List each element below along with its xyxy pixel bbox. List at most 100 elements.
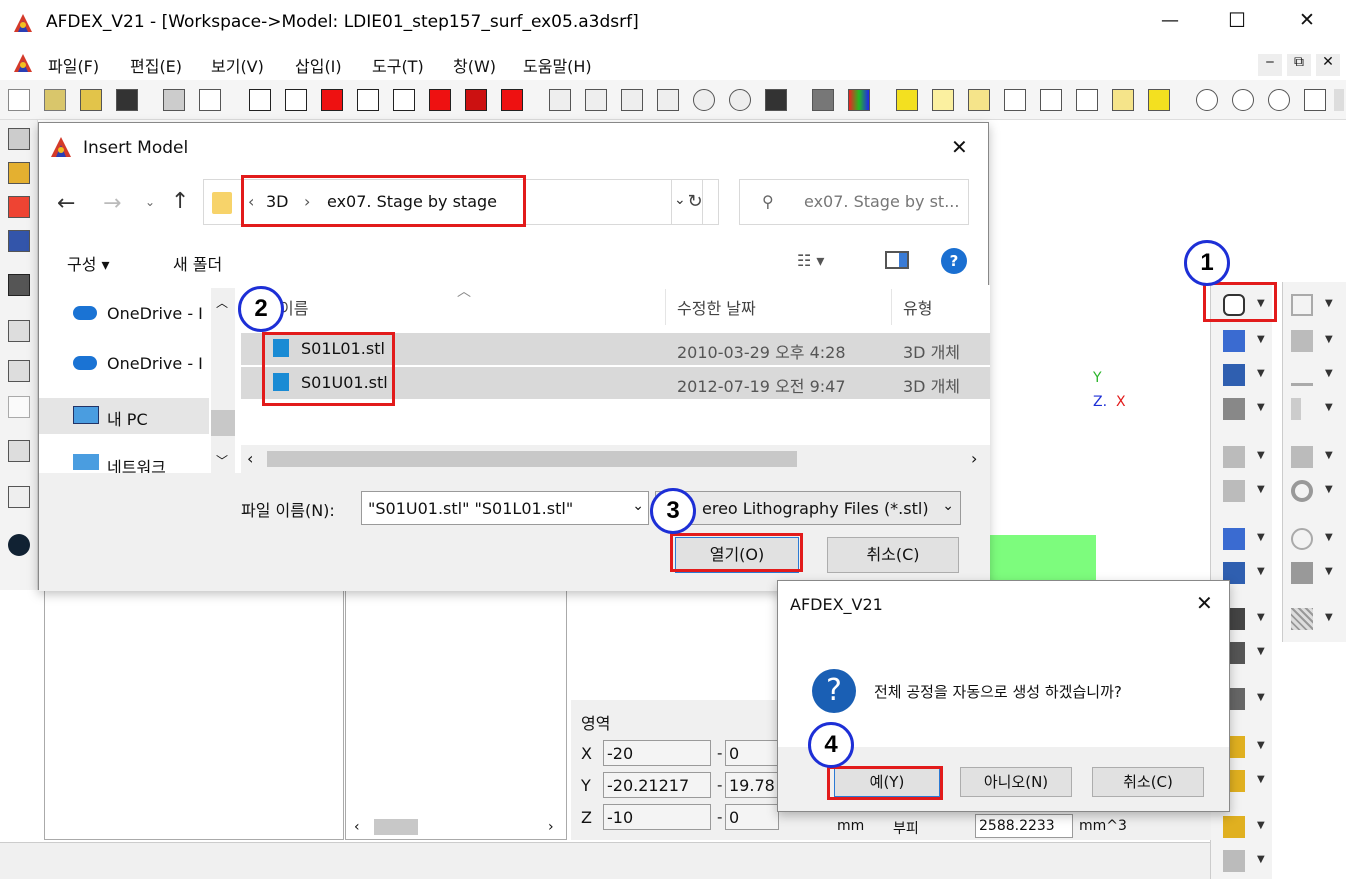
dl-icon[interactable] [1223, 528, 1245, 550]
nav-item-onedrive-1[interactable]: OneDrive - I [39, 302, 209, 332]
press-icon[interactable] [1291, 330, 1313, 352]
eye-icon[interactable] [1291, 528, 1313, 550]
dialog-close-button[interactable]: ✕ [951, 135, 968, 159]
transfer-icon[interactable] [8, 320, 30, 342]
gray-tool-2-icon[interactable] [1223, 480, 1245, 502]
view-box-3-icon[interactable] [321, 89, 343, 111]
frame-icon[interactable] [1291, 294, 1313, 316]
dropdown-arrow-icon[interactable]: ▼ [1325, 298, 1333, 309]
view-box-8-icon[interactable] [501, 89, 523, 111]
rotate-4-icon[interactable] [657, 89, 679, 111]
dropdown-arrow-icon[interactable]: ▼ [1257, 334, 1265, 345]
zoom-in-icon[interactable] [1232, 89, 1254, 111]
rotate-1-icon[interactable] [549, 89, 571, 111]
dropdown-arrow-icon[interactable]: ▼ [1257, 774, 1265, 785]
dropdown-arrow-icon[interactable]: ▼ [1325, 484, 1333, 495]
mdi-restore-button[interactable]: ⧉ [1287, 54, 1311, 76]
die-l-icon[interactable] [1223, 330, 1245, 352]
menu-insert[interactable]: 삽입(I) [295, 53, 342, 77]
gray-tool-1-icon[interactable] [1223, 446, 1245, 468]
organize-button[interactable]: 구성 ▾ [67, 251, 110, 275]
zoom-fit-icon[interactable] [1196, 89, 1218, 111]
zoom-window-icon[interactable] [1268, 89, 1290, 111]
region-y-min-field[interactable]: -20.21217 [603, 772, 711, 798]
display-icon[interactable] [8, 196, 30, 218]
scroll-left-icon[interactable]: ‹ [247, 449, 253, 468]
save-icon[interactable] [116, 89, 138, 111]
dropdown-arrow-icon[interactable]: ▼ [1325, 532, 1333, 543]
monitor-icon[interactable] [8, 230, 30, 252]
col-header-type[interactable]: 유형 [903, 295, 932, 319]
view-box-1-icon[interactable] [249, 89, 271, 111]
rotate-5-icon[interactable] [693, 89, 715, 111]
align-icon[interactable] [8, 360, 30, 382]
filename-input[interactable]: "S01U01.stl" "S01L01.stl" ⌄ [361, 491, 649, 525]
filetype-select[interactable]: ereo Lithography Files (*.stl) ⌄ [655, 491, 961, 525]
hscroll-right-icon[interactable]: › [548, 819, 554, 835]
volume-field[interactable]: 2588.2233 [975, 814, 1073, 838]
region-y-max-field[interactable]: 19.78 [725, 772, 779, 798]
view-box-2-icon[interactable] [285, 89, 307, 111]
view-box-5-icon[interactable] [393, 89, 415, 111]
dropdown-arrow-icon[interactable]: ▼ [1325, 612, 1333, 623]
dropdown-arrow-icon[interactable]: ▼ [1257, 612, 1265, 623]
material-icon[interactable] [8, 162, 30, 184]
open-folder-icon[interactable] [44, 89, 66, 111]
grid-yellow-icon[interactable] [968, 89, 990, 111]
pan-hand-icon[interactable] [1304, 89, 1326, 111]
nav-item-network[interactable]: 네트워크 [39, 448, 209, 473]
hatch-icon[interactable] [1291, 608, 1313, 630]
ring-icon[interactable] [1291, 480, 1313, 502]
dropdown-arrow-icon[interactable]: ▼ [1257, 646, 1265, 657]
menu-tools[interactable]: 도구(T) [372, 53, 424, 77]
help-icon[interactable]: ? [941, 248, 967, 274]
no-button[interactable]: 아니오(N) [960, 767, 1072, 797]
file-scroll-thumb[interactable] [267, 451, 797, 467]
dropdown-arrow-icon[interactable]: ▼ [1325, 450, 1333, 461]
hscroll-left-icon[interactable]: ‹ [354, 819, 360, 835]
pen-icon[interactable] [1291, 364, 1313, 386]
recent-dropdown-icon[interactable]: ⌄ [145, 195, 155, 209]
dropdown-arrow-icon[interactable]: ▼ [1325, 566, 1333, 577]
cube-outline-icon[interactable] [8, 396, 30, 418]
check-icon[interactable] [8, 534, 30, 556]
scroll-down-icon[interactable]: ﹀ [216, 452, 228, 469]
l-icon-6[interactable] [1223, 850, 1245, 872]
mesh-box-icon[interactable] [1040, 89, 1062, 111]
dropdown-arrow-icon[interactable]: ▼ [1257, 368, 1265, 379]
dropdown-arrow-icon[interactable]: ▼ [1257, 854, 1265, 865]
export-icon[interactable] [199, 89, 221, 111]
col-header-date[interactable]: 수정한 날짜 [677, 295, 756, 319]
tool-th-icon[interactable] [1223, 364, 1245, 386]
mdi-minimize-button[interactable]: ‒ [1258, 54, 1282, 76]
open-model-icon[interactable] [80, 89, 102, 111]
nav-item-onedrive-2[interactable]: OneDrive - I [39, 352, 209, 382]
mdi-close-button[interactable]: ✕ [1316, 54, 1340, 76]
up-arrow-icon[interactable]: ↑ [171, 189, 189, 214]
close-window-button[interactable]: ✕ [1292, 9, 1322, 31]
msgbox-close-button[interactable]: ✕ [1196, 591, 1213, 615]
dropdown-arrow-icon[interactable]: ▼ [1257, 692, 1265, 703]
palette-icon[interactable] [848, 89, 870, 111]
region-z-min-field[interactable]: -10 [603, 804, 711, 830]
cancel-button[interactable]: 취소(C) [827, 537, 959, 573]
menu-edit[interactable]: 편집(E) [130, 53, 182, 77]
nav-item-this-pc[interactable]: 내 PC [39, 398, 209, 434]
menu-help[interactable]: 도움말(H) [523, 53, 592, 77]
maximize-button[interactable]: ☐ [1222, 8, 1252, 32]
preview-pane-icon[interactable] [885, 251, 909, 269]
dropdown-arrow-icon[interactable]: ▼ [1257, 484, 1265, 495]
region-z-max-field[interactable]: 0 [725, 804, 779, 830]
new-folder-button[interactable]: 새 폴더 [173, 251, 222, 275]
swap-icon[interactable] [1112, 89, 1134, 111]
probe-icon[interactable] [8, 486, 30, 508]
mesh-l-icon[interactable] [1223, 398, 1245, 420]
shield-icon[interactable] [1291, 562, 1313, 584]
hscroll-thumb[interactable] [374, 819, 418, 835]
screen-icon[interactable] [8, 274, 30, 296]
filetype-dropdown-icon[interactable]: ⌄ [942, 498, 954, 514]
rotate-2-icon[interactable] [585, 89, 607, 111]
scroll-up-icon[interactable]: ︿ [216, 294, 228, 311]
dropdown-arrow-icon[interactable]: ▼ [1257, 740, 1265, 751]
dropdown-arrow-icon[interactable]: ▼ [1257, 402, 1265, 413]
